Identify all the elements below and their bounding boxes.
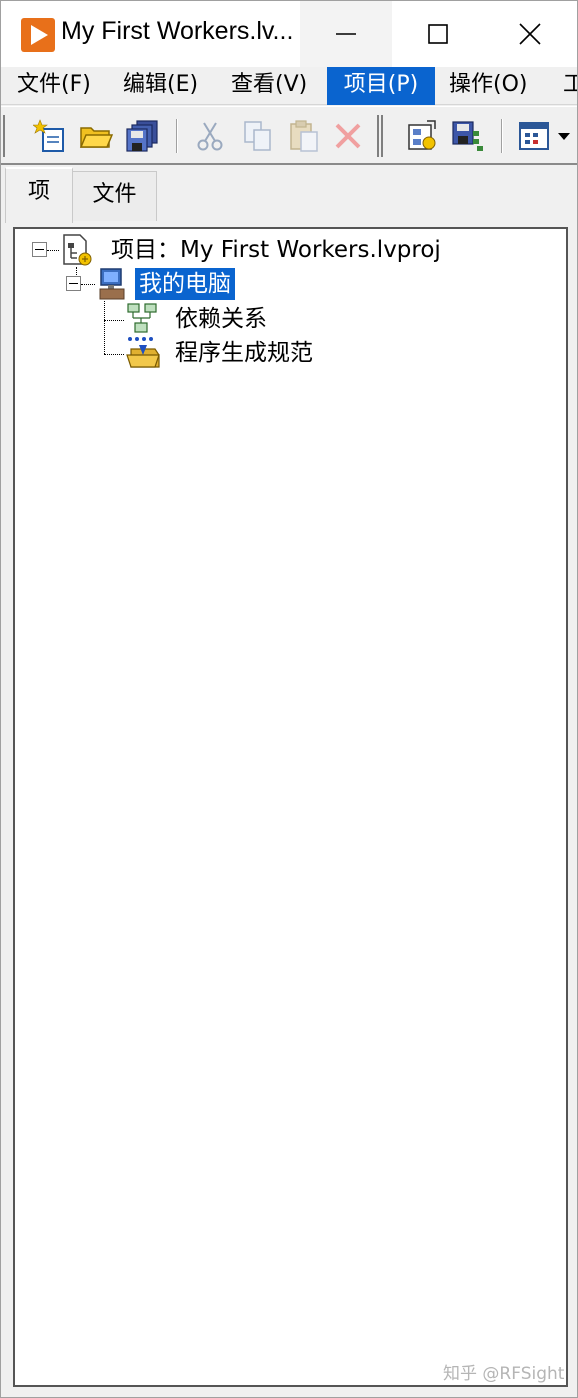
minimize-button[interactable] [300,1,392,67]
tab-strip: 文件 项 [1,163,577,223]
maximize-icon [428,24,448,44]
maximize-button[interactable] [392,1,484,67]
view-options-dropdown[interactable] [553,117,575,155]
toolbar-grip[interactable] [1,115,5,157]
computer-icon [99,268,125,300]
title-bar[interactable]: My First Workers.lv... [1,1,577,67]
menu-file[interactable]: 文件(F) [9,67,99,105]
view-options-button[interactable] [515,117,553,155]
minimize-icon [336,33,356,35]
menu-bar: 文件(F) 编辑(E) 查看(V) 项目(P) 操作(O) 工 [1,67,577,105]
window-title: My First Workers.lv... [61,17,294,45]
toolbar [1,106,577,162]
watermark: 知乎 @RFSight [443,1364,565,1384]
menu-tools[interactable]: 工 [555,67,577,105]
delete-icon [335,123,361,149]
menu-view[interactable]: 查看(V) [223,67,315,105]
menu-project[interactable]: 项目(P) [327,67,435,105]
dependencies-icon [127,303,157,333]
cut-button[interactable] [191,117,229,155]
project-properties-button[interactable] [403,117,441,155]
build-specifications-icon [126,337,160,368]
save-project-icon [452,121,483,151]
cut-icon [197,122,223,151]
open-folder-icon [79,127,113,148]
copy-button[interactable] [239,117,277,155]
close-button[interactable] [484,1,576,67]
view-options-icon [519,122,549,150]
menu-edit[interactable]: 编辑(E) [115,67,206,105]
project-properties-icon [408,120,436,150]
close-icon [519,23,541,45]
tree-root-label[interactable]: 项目：My First Workers.lvproj [107,234,445,266]
save-project-button[interactable] [449,117,487,155]
new-button[interactable] [31,117,69,155]
paste-button[interactable] [285,117,323,155]
copy-icon [244,121,271,151]
chevron-down-icon [558,133,570,140]
tree-computer-label[interactable]: 我的电脑 [135,268,235,300]
delete-button[interactable] [329,117,367,155]
save-all-icon [126,120,158,152]
new-icon [33,119,64,152]
tab-files[interactable]: 文件 [73,171,157,221]
save-all-button[interactable] [123,117,161,155]
tree-dependencies-label[interactable]: 依赖关系 [171,303,271,335]
computer-collapse-toggle[interactable] [66,276,81,291]
tab-items[interactable]: 项 [5,167,73,223]
project-icon [63,234,92,266]
paste-icon [290,120,318,152]
toolbar-grip-2[interactable] [377,115,383,157]
root-collapse-toggle[interactable] [32,242,47,257]
menu-operate[interactable]: 操作(O) [441,67,535,105]
tree-build-specs-label[interactable]: 程序生成规范 [171,337,317,369]
labview-app-icon [21,18,55,52]
open-button[interactable] [77,117,115,155]
project-explorer-window: My First Workers.lv... 文件(F) 编辑(E) 查看(V)… [0,0,578,1398]
project-tree[interactable]: 项目：My First Workers.lvproj 我的电脑 依赖关系 程序生… [13,227,568,1387]
